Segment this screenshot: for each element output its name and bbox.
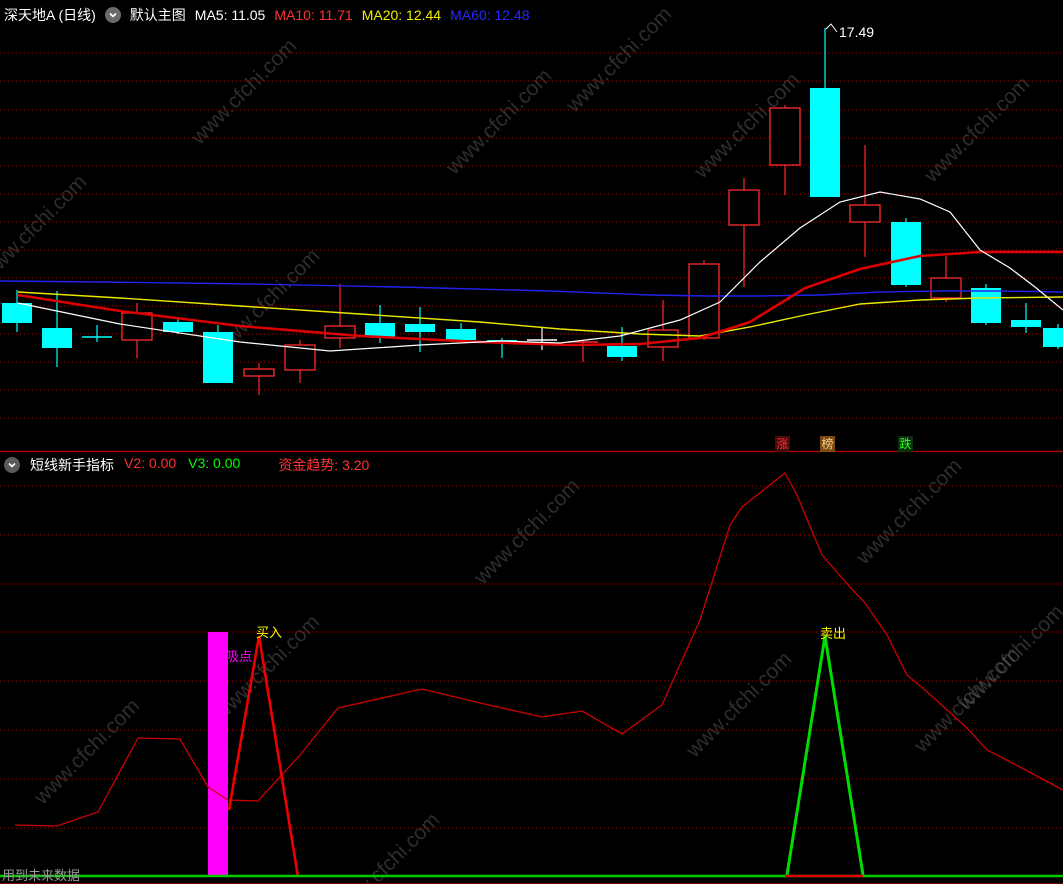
buy-signal-label: 买入	[256, 625, 283, 640]
v3-value: V3: 0.00	[188, 455, 241, 471]
fall-badge[interactable]: 跌	[898, 436, 913, 452]
absorb-bar	[208, 632, 228, 877]
chart-type-label[interactable]: 默认主图	[130, 5, 186, 25]
ma10-label: MA10: 11.71	[274, 7, 353, 23]
sell-triangle	[785, 635, 865, 876]
ma60-label: MA60: 12.48	[450, 7, 530, 23]
chevron-down-icon[interactable]	[4, 457, 20, 473]
indicator-panel	[0, 450, 1063, 884]
v2-value: V2: 0.00	[124, 455, 177, 471]
main-chart-header: 深天地A (日线) 默认主图 MA5: 11.05 MA10: 11.71 MA20…	[4, 5, 529, 25]
rank-badge[interactable]: 榜	[820, 436, 835, 452]
stock-title[interactable]: 深天地A (日线)	[4, 5, 96, 25]
ma-legend: MA5: 11.05 MA10: 11.71 MA20: 12.44 MA60: 12…	[195, 7, 530, 23]
indicator-panel-header: 短线新手指标 V2: 0.00 V3: 0.00 资金趋势: 3.20	[4, 455, 369, 475]
ma20-label: MA20: 12.44	[361, 7, 442, 23]
fund-trend-line	[14, 472, 1063, 827]
chevron-down-icon[interactable]	[104, 7, 121, 23]
future-data-note: 用到未来数据	[2, 868, 81, 883]
indicator-title[interactable]: 短线新手指标	[30, 455, 114, 475]
buy-spike	[227, 635, 300, 878]
ma5-label: MA5: 11.05	[194, 7, 266, 23]
fund-trend: 资金趋势: 3.20	[278, 457, 370, 473]
absorb-signal-label: 吸点	[226, 649, 253, 664]
rise-badge[interactable]: 涨	[775, 436, 790, 452]
candlestick-panel	[0, 23, 1063, 419]
stock-app-window: www.cfchi.com www.cfchi.com www.cfchi.com w…	[0, 0, 1063, 884]
peak-price-label: 17.49	[839, 24, 875, 40]
sell-signal-label: 卖出	[820, 626, 847, 641]
indicator-values: V2: 0.00 V3: 0.00 资金趋势: 3.20	[124, 455, 369, 475]
